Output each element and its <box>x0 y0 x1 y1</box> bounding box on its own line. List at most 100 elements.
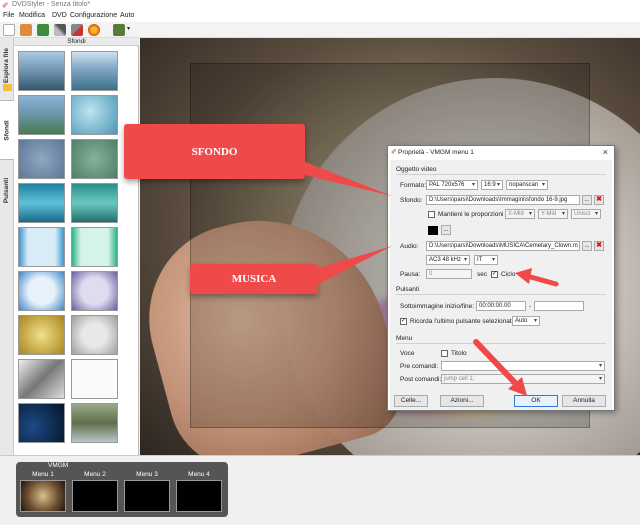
post-commands-label: Post comandi: <box>400 376 442 383</box>
new-file-icon[interactable] <box>3 24 15 36</box>
color-picker-button[interactable]: ... <box>441 225 451 235</box>
pause-label: Pausa: <box>400 271 421 278</box>
dialog-app-icon: ✐ <box>391 149 397 156</box>
remember-checkbox[interactable]: ✓ <box>400 318 407 325</box>
tab-backgrounds[interactable]: Sfondi <box>0 100 14 160</box>
browse-background-button[interactable]: ... <box>582 195 592 205</box>
menu-bar: File Modifica DVD Configurazione Auto <box>0 11 640 22</box>
subpic-start-input[interactable]: 00:00:00.00 <box>476 301 526 311</box>
backgrounds-panel: Sfondi <box>14 38 150 455</box>
delete-icon[interactable]: ✖ <box>594 241 604 251</box>
background-thumb[interactable] <box>71 271 118 311</box>
background-thumb[interactable] <box>18 359 65 399</box>
background-thumb[interactable] <box>18 139 65 179</box>
background-thumb[interactable] <box>71 227 118 267</box>
tab-buttons[interactable]: Pulsanti <box>0 168 14 213</box>
buttons-group-label: Pulsanti <box>396 286 420 293</box>
divider <box>396 294 606 295</box>
close-icon[interactable]: × <box>603 147 608 157</box>
menu-configurazione[interactable]: Configurazione <box>70 12 117 19</box>
panscan-select[interactable]: nopanscan <box>506 180 548 190</box>
keep-ratio-label: Mantieni le proporzioni <box>438 211 504 218</box>
background-color-swatch[interactable] <box>428 226 438 235</box>
pre-commands-input[interactable] <box>441 361 605 371</box>
background-thumb[interactable] <box>71 95 118 135</box>
menu-thumbnail <box>124 480 170 512</box>
pause-input[interactable]: 0 <box>426 269 472 279</box>
tools-icon[interactable] <box>71 24 83 36</box>
delete-icon[interactable]: ✖ <box>594 195 604 205</box>
background-thumb[interactable] <box>71 359 118 399</box>
menu-group-label: Menu <box>396 335 413 342</box>
menu-dvd[interactable]: DVD <box>52 12 67 19</box>
union-select[interactable]: Unisci <box>571 209 601 219</box>
voice-label: Voce <box>400 350 415 357</box>
app-title: DVDStyler - Senza titolo* <box>12 1 91 8</box>
background-thumb[interactable] <box>71 315 118 355</box>
title-checkbox[interactable] <box>441 350 448 357</box>
background-thumb[interactable] <box>18 183 65 223</box>
background-thumb[interactable] <box>18 403 65 443</box>
menu-tile-1[interactable]: Menu 1 <box>18 471 68 513</box>
format-select[interactable]: PAL 720x576 <box>426 180 478 190</box>
settings-icon[interactable] <box>113 24 125 36</box>
background-thumb[interactable] <box>71 139 118 179</box>
audio-label: Audio: <box>400 243 419 250</box>
folder-icon <box>3 84 12 91</box>
callout-sfondo: SFONDO <box>124 124 305 179</box>
keep-ratio-checkbox[interactable] <box>428 211 435 218</box>
actions-button[interactable]: Azioni... <box>440 395 484 407</box>
browse-audio-button[interactable]: ... <box>582 241 592 251</box>
vmgm-label: VMGM <box>48 462 69 469</box>
ymid-select[interactable]: Y-Mid <box>538 209 568 219</box>
vmgm-strip: VMGM Menu 1 Menu 2 Menu 3 Menu 4 <box>16 462 228 517</box>
ok-button[interactable]: OK <box>514 395 558 407</box>
menu-auto[interactable]: Auto <box>120 12 134 19</box>
cells-button[interactable]: Celle... <box>394 395 428 407</box>
menu-file[interactable]: File <box>3 12 14 19</box>
tab-explorer[interactable]: Esplora file <box>0 40 14 90</box>
background-label: Sfondo: <box>400 197 423 204</box>
xmid-select[interactable]: X-Mid <box>505 209 535 219</box>
video-group-label: Oggetto video <box>396 166 437 173</box>
loop-checkbox[interactable]: ✓ <box>491 271 498 278</box>
background-thumb[interactable] <box>18 227 65 267</box>
sec-label: sec <box>477 271 488 278</box>
dialog-title: Proprietà - VMGM menu 1 <box>398 149 474 156</box>
loop-label: Ciclo <box>501 271 516 278</box>
divider <box>396 174 606 175</box>
menu-tile-4[interactable]: Menu 4 <box>174 471 224 513</box>
chevron-down-icon[interactable]: ▾ <box>127 25 130 32</box>
subpic-end-input[interactable] <box>534 301 584 311</box>
title-label: Titolo <box>451 350 467 357</box>
menu-thumbnail <box>72 480 118 512</box>
audio-lang-select[interactable]: IT <box>474 255 498 265</box>
audio-codec-select[interactable]: AC3 48 kHz <box>426 255 470 265</box>
background-thumb[interactable] <box>18 95 65 135</box>
remember-label: Ricorda l'ultimo pulsante selezionato <box>410 318 516 325</box>
remember-select[interactable]: Auto <box>512 316 540 326</box>
dialog-title-bar: ✐ Proprietà - VMGM menu 1 × <box>388 146 614 160</box>
aspect-select[interactable]: 16:9 <box>481 180 503 190</box>
menu-tile-3[interactable]: Menu 3 <box>122 471 172 513</box>
audio-path-input[interactable]: D:\Users\parsi\Downloads\MUSICA\Cemetary… <box>426 241 580 251</box>
save-icon[interactable] <box>37 24 49 36</box>
background-thumb[interactable] <box>18 271 65 311</box>
menu-filmstrip: VMGM Menu 1 Menu 2 Menu 3 Menu 4 <box>0 455 640 525</box>
background-thumb[interactable] <box>18 51 65 91</box>
background-thumb[interactable] <box>71 51 118 91</box>
wand-icon[interactable] <box>54 24 66 36</box>
menu-modifica[interactable]: Modifica <box>19 12 45 19</box>
open-folder-icon[interactable] <box>20 24 32 36</box>
callout-musica: MUSICA <box>190 264 318 294</box>
post-commands-input[interactable]: jump cell 1; <box>441 374 605 384</box>
background-thumb[interactable] <box>71 403 118 443</box>
background-thumb[interactable] <box>71 183 118 223</box>
background-thumb[interactable] <box>18 315 65 355</box>
properties-dialog: ✐ Proprietà - VMGM menu 1 × Oggetto vide… <box>387 145 615 411</box>
cancel-button[interactable]: Annulla <box>562 395 606 407</box>
menu-tile-2[interactable]: Menu 2 <box>70 471 120 513</box>
burn-disc-icon[interactable] <box>88 24 100 36</box>
menu-thumbnail <box>20 480 66 512</box>
background-path-input[interactable]: D:\Users\parsi\Downloads\Immagini\sfondo… <box>426 195 580 205</box>
